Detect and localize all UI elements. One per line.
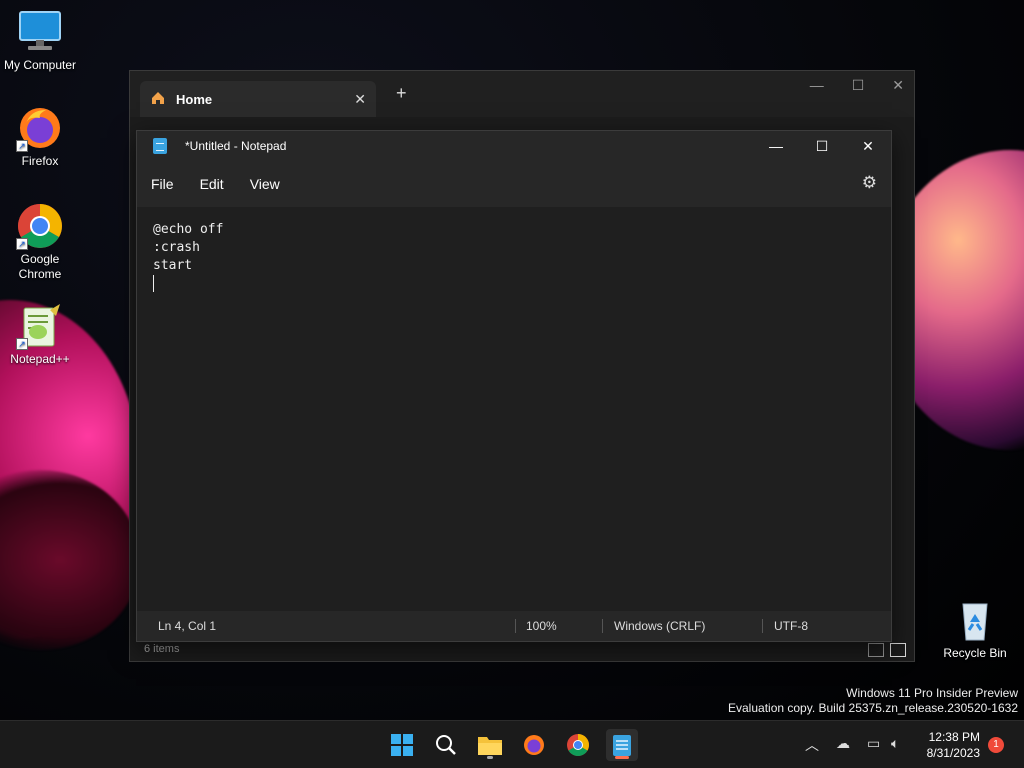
notepad-icon bbox=[613, 735, 631, 756]
desktop-icon-chrome[interactable]: ↗ Google Chrome bbox=[0, 202, 80, 282]
close-icon[interactable]: ✕ bbox=[892, 77, 904, 94]
chrome-icon: ↗ bbox=[16, 202, 64, 250]
desktop-icon-recycle-bin[interactable]: Recycle Bin bbox=[935, 596, 1015, 660]
clock[interactable]: 12:38 PM 8/31/2023 bbox=[927, 729, 980, 761]
status-divider bbox=[602, 619, 603, 633]
text-editor-area[interactable]: @echo off :crash start bbox=[137, 207, 891, 611]
notepad-title-bar[interactable]: *Untitled - Notepad — ☐ ✕ bbox=[137, 131, 891, 161]
desktop-icon-label: Recycle Bin bbox=[943, 646, 1007, 660]
show-hidden-icons-chevron-icon[interactable]: ︿ bbox=[805, 735, 819, 755]
cursor-position: Ln 4, Col 1 bbox=[158, 619, 217, 633]
line-ending[interactable]: Windows (CRLF) bbox=[614, 619, 705, 633]
taskbar: ︿ ☁ ▭ 🔈︎ 12:38 PM 8/31/2023 1 bbox=[0, 720, 1024, 768]
volume-icon[interactable]: 🔈︎ bbox=[891, 735, 899, 752]
explorer-window-controls: — ☐ ✕ bbox=[810, 77, 904, 94]
notepadpp-icon: ↗ bbox=[16, 302, 64, 350]
desktop-icon-label: Notepad++ bbox=[10, 352, 70, 366]
home-icon bbox=[150, 90, 166, 109]
search-icon bbox=[436, 735, 456, 755]
notepad-window-controls: — ☐ ✕ bbox=[753, 138, 891, 155]
maximize-icon[interactable]: ☐ bbox=[799, 138, 845, 155]
taskbar-notepad[interactable] bbox=[606, 729, 638, 761]
clock-date: 8/31/2023 bbox=[926, 746, 980, 760]
notification-badge[interactable]: 1 bbox=[988, 737, 1004, 753]
editor-line: :crash bbox=[153, 240, 200, 255]
desktop-icon-label: Google Chrome bbox=[18, 252, 62, 281]
menu-edit[interactable]: Edit bbox=[200, 176, 224, 192]
text-cursor bbox=[153, 275, 154, 292]
explorer-view-buttons bbox=[868, 643, 906, 657]
windows-watermark: Windows 11 Pro Insider Preview Evaluatio… bbox=[728, 686, 1018, 716]
desktop-icon-label: My Computer bbox=[3, 58, 77, 72]
taskbar-firefox[interactable] bbox=[518, 729, 550, 761]
explorer-tab-bar: Home ✕ + — ☐ ✕ bbox=[130, 71, 914, 117]
new-tab-button[interactable]: + bbox=[396, 83, 407, 104]
clock-time: 12:38 PM bbox=[928, 730, 980, 744]
zoom-level[interactable]: 100% bbox=[526, 619, 557, 633]
close-tab-icon[interactable]: ✕ bbox=[354, 91, 366, 108]
taskbar-chrome[interactable] bbox=[562, 729, 594, 761]
notepad-app-icon bbox=[153, 138, 167, 154]
maximize-icon[interactable]: ☐ bbox=[852, 77, 865, 94]
window-title: *Untitled - Notepad bbox=[185, 139, 287, 153]
editor-line: start bbox=[153, 258, 193, 273]
recycle-bin-icon bbox=[951, 596, 999, 644]
start-button[interactable] bbox=[386, 729, 418, 761]
shortcut-arrow-icon: ↗ bbox=[16, 238, 28, 250]
network-icon[interactable]: ▭ bbox=[867, 735, 880, 752]
close-icon[interactable]: ✕ bbox=[845, 138, 891, 155]
minimize-icon[interactable]: — bbox=[753, 138, 799, 155]
active-app-indicator bbox=[615, 756, 629, 759]
encoding[interactable]: UTF-8 bbox=[774, 619, 808, 633]
firefox-icon bbox=[524, 735, 544, 755]
tiles-view-icon[interactable] bbox=[890, 643, 906, 657]
minimize-icon[interactable]: — bbox=[810, 77, 824, 94]
shortcut-arrow-icon: ↗ bbox=[16, 140, 28, 152]
explorer-tab-label: Home bbox=[176, 91, 213, 107]
desktop-icon-my-computer[interactable]: My Computer bbox=[0, 8, 80, 72]
watermark-edition: Windows 11 Pro Insider Preview bbox=[846, 686, 1018, 700]
folder-icon bbox=[478, 737, 502, 755]
settings-gear-icon[interactable]: ⚙ bbox=[862, 173, 877, 193]
monitor-icon bbox=[16, 8, 64, 56]
watermark-build: Evaluation copy. Build 25375.zn_release.… bbox=[728, 701, 1018, 715]
explorer-tab-home[interactable]: Home ✕ bbox=[140, 81, 376, 117]
menu-bar: File Edit View ⚙ bbox=[137, 161, 891, 207]
desktop-icon-label: Firefox bbox=[21, 154, 59, 168]
desktop-icon-notepadpp[interactable]: ↗ Notepad++ bbox=[0, 302, 80, 366]
taskbar-file-explorer[interactable] bbox=[474, 729, 506, 761]
cloud-offline-icon[interactable]: ☁ bbox=[836, 735, 850, 752]
menu-file[interactable]: File bbox=[151, 176, 174, 192]
notepad-status-bar: Ln 4, Col 1 100% Windows (CRLF) UTF-8 bbox=[137, 611, 891, 641]
notepad-window[interactable]: *Untitled - Notepad — ☐ ✕ File Edit View… bbox=[136, 130, 892, 642]
shortcut-arrow-icon: ↗ bbox=[16, 338, 28, 350]
menu-view[interactable]: View bbox=[250, 176, 280, 192]
desktop-icon-firefox[interactable]: ↗ Firefox bbox=[0, 104, 80, 168]
status-divider bbox=[515, 619, 516, 633]
explorer-item-count: 6 items bbox=[144, 643, 180, 655]
details-view-icon[interactable] bbox=[868, 643, 884, 657]
firefox-icon: ↗ bbox=[16, 104, 64, 152]
windows-logo-icon bbox=[391, 734, 413, 756]
editor-line: @echo off bbox=[153, 222, 224, 237]
search-button[interactable] bbox=[430, 729, 462, 761]
status-divider bbox=[762, 619, 763, 633]
chrome-icon bbox=[567, 734, 589, 756]
running-indicator bbox=[487, 756, 493, 759]
